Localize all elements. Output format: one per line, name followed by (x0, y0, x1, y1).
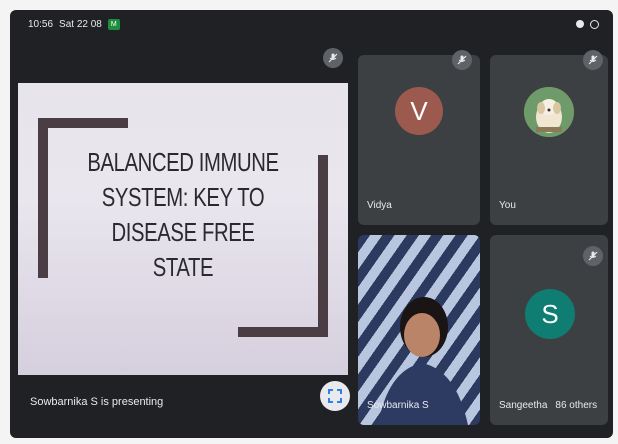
slide-bracket-left (38, 118, 48, 278)
participant-name: Vidya (367, 200, 392, 211)
participant-tile-sowbarnika[interactable]: Sowbarnika S (358, 235, 480, 425)
mic-off-icon (452, 50, 472, 70)
slide-title-line: BALANCED IMMUNE (87, 147, 279, 177)
mic-off-icon (583, 50, 603, 70)
participant-name: Sangeetha (499, 400, 548, 411)
slide-bracket-right (318, 155, 328, 337)
wifi-icon (576, 20, 584, 28)
fullscreen-button[interactable] (320, 381, 350, 411)
participant-name: Sowbarnika S (367, 400, 429, 411)
participant-tile-vidya[interactable]: V Vidya (358, 55, 480, 225)
participant-name: You (499, 200, 516, 211)
meet-call-screen: 10:56 Sat 22 08 M BALANCED IMMUNE SYSTEM… (10, 10, 613, 438)
avatar: S (525, 289, 575, 339)
status-bar: 10:56 Sat 22 08 M (10, 10, 613, 38)
shared-presentation[interactable]: BALANCED IMMUNE SYSTEM: KEY TO DISEASE F… (18, 83, 348, 375)
participant-name-row: Sangeetha 86 others (499, 400, 597, 411)
battery-icon (590, 19, 599, 29)
app-badge-icon: M (107, 18, 120, 30)
slide-bracket-top (38, 118, 128, 128)
mic-off-icon (583, 246, 603, 266)
presenting-label: Sowbarnika S is presenting (30, 396, 164, 408)
others-count: 86 others (555, 400, 598, 411)
slide-title-line: SYSTEM: KEY TO (101, 182, 265, 212)
mic-off-icon (323, 48, 343, 68)
status-time: 10:56 (28, 18, 54, 30)
avatar: V (395, 87, 443, 135)
slide-title-line: DISEASE FREE STATE (111, 217, 255, 282)
camera-video (378, 297, 468, 425)
fullscreen-icon (328, 389, 342, 403)
slide-bracket-bottom (238, 327, 328, 337)
avatar (524, 87, 574, 137)
participant-tile-you[interactable]: You (490, 55, 608, 225)
slide-title: BALANCED IMMUNE SYSTEM: KEY TO DISEASE F… (82, 145, 283, 285)
status-date: Sat 22 08 (59, 18, 102, 30)
